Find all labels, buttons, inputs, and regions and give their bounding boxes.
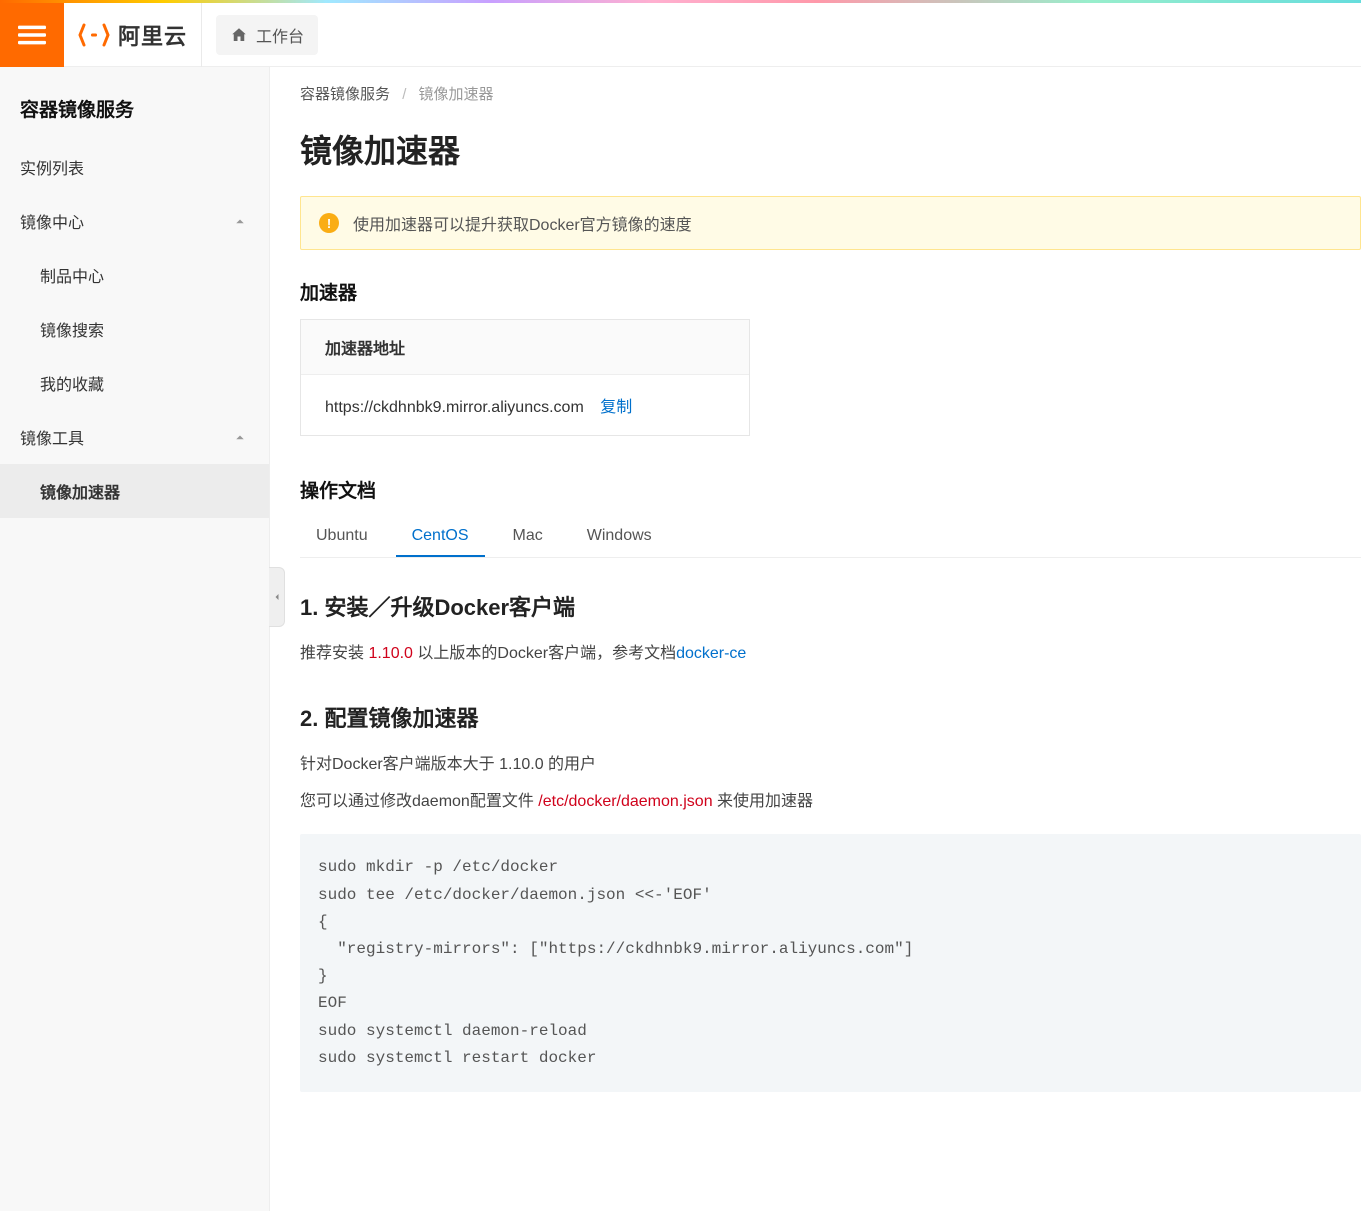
sidebar-item-favorites[interactable]: 我的收藏 (0, 356, 269, 410)
daemon-path: /etc/docker/daemon.json (538, 793, 712, 810)
docs-tabs: Ubuntu CentOS Mac Windows (300, 517, 1361, 558)
sidebar-item-image-center[interactable]: 镜像中心 (0, 194, 269, 248)
breadcrumb-separator: / (402, 86, 406, 103)
doc-paragraph-daemon: 您可以通过修改daemon配置文件 /etc/docker/daemon.jso… (300, 788, 1361, 817)
workspace-button[interactable]: 工作台 (216, 15, 318, 55)
breadcrumb: 容器镜像服务 / 镜像加速器 (300, 67, 1361, 114)
docs-section-heading: 操作文档 (300, 476, 1361, 503)
tab-mac[interactable]: Mac (497, 517, 559, 557)
accelerator-address-box: 加速器地址 https://ckdhnbk9.mirror.aliyuncs.c… (300, 319, 750, 436)
sidebar-title: 容器镜像服务 (0, 85, 269, 140)
brand-logo[interactable]: 阿里云 (64, 3, 202, 67)
chevron-up-icon (231, 428, 249, 446)
sidebar-label-instances: 实例列表 (20, 155, 84, 179)
code-block[interactable]: sudo mkdir -p /etc/docker sudo tee /etc/… (300, 834, 1361, 1092)
workspace-label: 工作台 (256, 23, 304, 47)
tab-centos[interactable]: CentOS (396, 517, 485, 557)
sidebar-item-image-accelerator[interactable]: 镜像加速器 (0, 464, 269, 518)
sidebar-item-image-tools[interactable]: 镜像工具 (0, 410, 269, 464)
sidebar: 容器镜像服务 实例列表 镜像中心 制品中心 镜像搜索 我的收藏 镜像工具 镜像加… (0, 67, 270, 1211)
sidebar-label-tools: 镜像工具 (20, 425, 84, 449)
info-banner-text: 使用加速器可以提升获取Docker官方镜像的速度 (353, 211, 692, 235)
doc-heading-2: 2. 配置镜像加速器 (300, 701, 1361, 733)
header: 阿里云 工作台 (0, 3, 1361, 67)
main-content: 容器镜像服务 / 镜像加速器 镜像加速器 ! 使用加速器可以提升获取Docker… (270, 67, 1361, 1211)
accelerator-address-label: 加速器地址 (301, 320, 749, 375)
breadcrumb-current: 镜像加速器 (419, 86, 494, 103)
doc-paragraph-version: 针对Docker客户端版本大于 1.10.0 的用户 (300, 751, 1361, 780)
tab-windows[interactable]: Windows (571, 517, 668, 557)
hamburger-icon (18, 21, 46, 49)
sidebar-collapse-button[interactable] (269, 567, 285, 627)
home-icon (230, 26, 248, 44)
doc-heading-1: 1. 安装／升级Docker客户端 (300, 590, 1361, 622)
chevron-left-icon (271, 591, 283, 603)
sidebar-item-artifact-center[interactable]: 制品中心 (0, 248, 269, 302)
hamburger-menu-button[interactable] (0, 3, 64, 67)
version-text: 1.10.0 (368, 645, 412, 662)
brand-logo-icon (78, 23, 110, 47)
chevron-up-icon (231, 212, 249, 230)
tab-ubuntu[interactable]: Ubuntu (300, 517, 384, 557)
info-icon: ! (319, 213, 339, 233)
brand-text: 阿里云 (118, 19, 187, 51)
info-banner: ! 使用加速器可以提升获取Docker官方镜像的速度 (300, 196, 1361, 250)
copy-button[interactable]: 复制 (600, 399, 632, 416)
doc-paragraph-install: 推荐安装 1.10.0 以上版本的Docker客户端，参考文档docker-ce (300, 640, 1361, 669)
sidebar-label-center: 镜像中心 (20, 209, 84, 233)
sidebar-item-instances[interactable]: 实例列表 (0, 140, 269, 194)
page-title: 镜像加速器 (300, 126, 1361, 172)
docker-ce-link[interactable]: docker-ce (676, 645, 746, 662)
accelerator-address-value: https://ckdhnbk9.mirror.aliyuncs.com (325, 399, 584, 416)
breadcrumb-root[interactable]: 容器镜像服务 (300, 86, 390, 103)
sidebar-item-image-search[interactable]: 镜像搜索 (0, 302, 269, 356)
accelerator-section-heading: 加速器 (300, 278, 1361, 305)
